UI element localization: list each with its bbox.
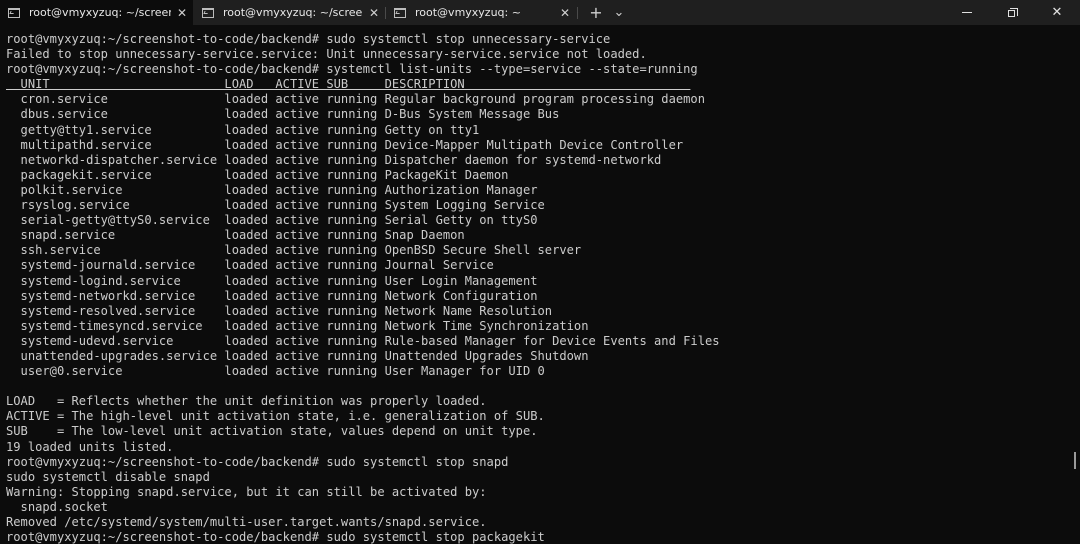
terminal-line: polkit.service loaded active running Aut…: [6, 182, 538, 197]
terminal-icon: [202, 7, 214, 18]
scrollbar-thumb[interactable]: [1074, 452, 1076, 469]
terminal-line: networkd-dispatcher.service loaded activ…: [6, 152, 662, 167]
tab-1[interactable]: root@vmyxyzuq: ~/screenshot-to-code/back…: [0, 0, 193, 25]
terminal-line: Warning: Stopping snapd.service, but it …: [6, 484, 487, 499]
tab-1-title: root@vmyxyzuq: ~/screenshot-to-code/back…: [29, 6, 171, 19]
minimize-icon: [962, 12, 972, 13]
terminal-line: snapd.socket: [6, 499, 108, 514]
terminal-line: systemd-networkd.service loaded active r…: [6, 288, 538, 303]
terminal-line: root@vmyxyzuq:~/screenshot-to-code/backe…: [6, 32, 611, 46]
title-bar: root@vmyxyzuq: ~/screenshot-to-code/back…: [0, 0, 1080, 25]
tab-2[interactable]: root@vmyxyzuq: ~/screenshot-to-code/back…: [194, 0, 385, 25]
close-icon: ✕: [1051, 5, 1063, 20]
tab-2-title: root@vmyxyzuq: ~/screenshot-to-code/back…: [223, 6, 363, 19]
minimize-button[interactable]: [944, 0, 990, 25]
restore-icon: [1008, 7, 1018, 18]
terminal-line: ACTIVE = The high-level unit activation …: [6, 409, 545, 424]
table-header-row: UNIT LOAD ACTIVE SUB DESCRIPTION: [6, 77, 691, 92]
terminal-output[interactable]: root@vmyxyzuq:~/screenshot-to-code/backe…: [6, 32, 720, 544]
terminal-line: snapd.service loaded active running Snap…: [6, 228, 465, 243]
tab-3-close-icon[interactable]: ✕: [554, 6, 576, 20]
terminal-line: systemd-journald.service loaded active r…: [6, 258, 494, 273]
maximize-button[interactable]: [990, 0, 1036, 25]
terminal-line: root@vmyxyzuq:~/screenshot-to-code/backe…: [6, 62, 698, 77]
terminal-line: cron.service loaded active running Regul…: [6, 92, 705, 107]
tab-separator: [577, 7, 578, 19]
terminal-line: systemd-timesyncd.service loaded active …: [6, 318, 589, 333]
terminal-line: LOAD = Reflects whether the unit definit…: [6, 394, 487, 409]
terminal-line: multipathd.service loaded active running…: [6, 137, 684, 152]
terminal-line: root@vmyxyzuq:~/screenshot-to-code/backe…: [6, 530, 545, 544]
terminal-line: sudo systemctl disable snapd: [6, 469, 210, 484]
terminal-line: Removed /etc/systemd/system/multi-user.t…: [6, 515, 487, 529]
new-tab-button[interactable]: +: [584, 0, 608, 25]
terminal-line: dbus.service loaded active running D-Bus…: [6, 107, 560, 122]
tab-dropdown-chevron-icon[interactable]: ⌄: [608, 0, 630, 25]
tab-2-close-icon[interactable]: ✕: [363, 6, 385, 20]
tab-3[interactable]: root@vmyxyzuq: ~ ✕: [386, 0, 576, 25]
terminal-line: ssh.service loaded active running OpenBS…: [6, 243, 582, 258]
close-window-button[interactable]: ✕: [1034, 0, 1080, 25]
terminal-line: systemd-resolved.service loaded active r…: [6, 303, 553, 318]
tab-3-title: root@vmyxyzuq: ~: [415, 6, 521, 19]
terminal-line: Failed to stop unnecessary-service.servi…: [6, 47, 647, 62]
terminal-line: SUB = The low-level unit activation stat…: [6, 424, 538, 439]
terminal-line: systemd-logind.service loaded active run…: [6, 273, 538, 288]
tab-1-close-icon[interactable]: ✕: [171, 6, 193, 20]
terminal-line: rsyslog.service loaded active running Sy…: [6, 198, 545, 213]
terminal-icon: [8, 7, 20, 18]
terminal-line: getty@tty1.service loaded active running…: [6, 122, 480, 137]
terminal-icon: [394, 7, 406, 18]
terminal-line: unattended-upgrades.service loaded activ…: [6, 348, 589, 363]
terminal-line: serial-getty@ttyS0.service loaded active…: [6, 213, 538, 228]
terminal-line: 19 loaded units listed.: [6, 439, 174, 454]
terminal-line: systemd-udevd.service loaded active runn…: [6, 333, 720, 348]
terminal-line: user@0.service loaded active running Use…: [6, 364, 545, 379]
terminal-line: root@vmyxyzuq:~/screenshot-to-code/backe…: [6, 454, 509, 469]
terminal-line: packagekit.service loaded active running…: [6, 167, 509, 182]
